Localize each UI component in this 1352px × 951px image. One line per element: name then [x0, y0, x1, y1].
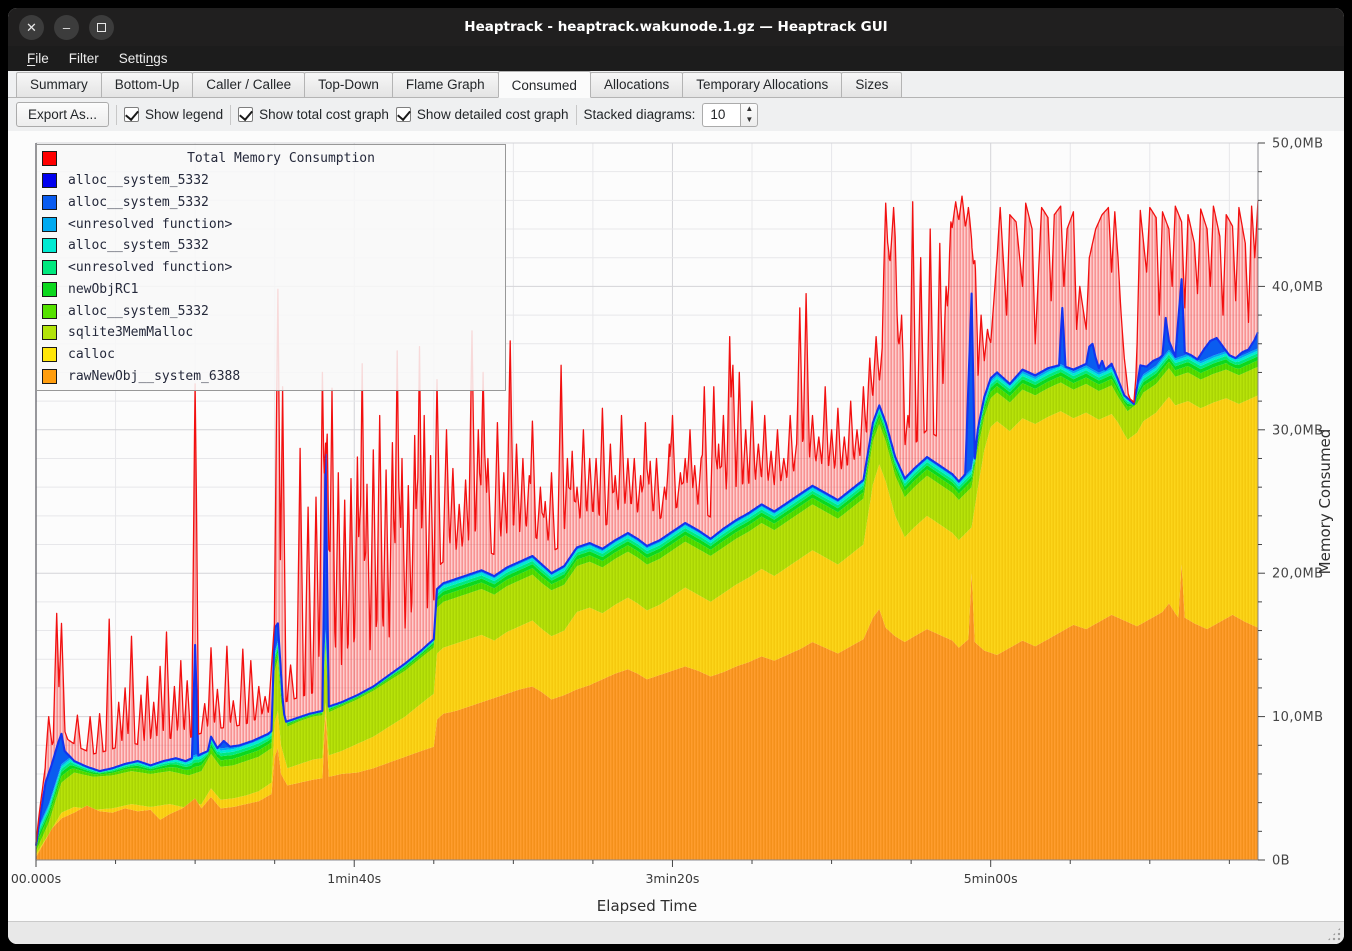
toolbar-separator — [230, 105, 231, 125]
legend-label: alloc__system_5332 — [68, 173, 209, 188]
tab-sizes[interactable]: Sizes — [841, 72, 902, 97]
legend-item: newObjRC1 — [37, 279, 505, 299]
toolbar-separator — [576, 105, 577, 125]
window-title: Heaptrack - heaptrack.wakunode.1.gz — He… — [8, 19, 1344, 35]
tab-bar: Summary Bottom-Up Caller / Callee Top-Do… — [8, 71, 1344, 98]
legend-swatch — [42, 151, 57, 166]
tab-top-down[interactable]: Top-Down — [304, 72, 393, 97]
legend-swatch — [42, 260, 57, 275]
legend-swatch — [42, 347, 57, 362]
chart-legend: Total Memory Consumption alloc__system_53… — [36, 144, 506, 391]
legend-label: <unresolved function> — [68, 260, 232, 275]
toolbar: Export As... Show legend Show total cost… — [8, 98, 1344, 131]
tab-consumed[interactable]: Consumed — [498, 71, 591, 98]
maximize-icon[interactable] — [89, 15, 114, 40]
legend-swatch — [42, 325, 57, 340]
legend-item: alloc__system_5332 — [37, 171, 505, 191]
toolbar-separator — [116, 105, 117, 125]
chart-region: 00.000s1min40s3min20s5min00s0B10,0MB20,0… — [8, 131, 1344, 921]
tab-summary[interactable]: Summary — [16, 72, 102, 97]
legend-label: <unresolved function> — [68, 217, 232, 232]
x-tick-label: 5min00s — [964, 871, 1018, 886]
x-tick-label: 1min40s — [327, 871, 381, 886]
x-tick-label: 00.000s — [11, 871, 61, 886]
y-tick-label: 40,0MB — [1272, 280, 1323, 295]
legend-label: rawNewObj__system_6388 — [68, 369, 240, 384]
legend-item: calloc — [37, 345, 505, 365]
legend-label: newObjRC1 — [68, 282, 138, 297]
legend-item: <unresolved function> — [37, 214, 505, 234]
checkbox-icon — [238, 107, 253, 122]
legend-label: calloc — [68, 347, 115, 362]
legend-swatch — [42, 173, 57, 188]
minimize-icon[interactable]: – — [54, 15, 79, 40]
show-total-cost-checkbox[interactable]: Show total cost graph — [238, 107, 389, 122]
legend-item: rawNewObj__system_6388 — [37, 366, 505, 386]
legend-swatch — [42, 195, 57, 210]
legend-label: Total Memory Consumption — [57, 151, 505, 166]
x-tick-label: 3min20s — [645, 871, 699, 886]
legend-swatch — [42, 282, 57, 297]
export-as-button[interactable]: Export As... — [16, 102, 109, 127]
menu-bar: File Filter Settings — [8, 46, 1344, 71]
checkbox-icon — [124, 107, 139, 122]
x-axis-title: Elapsed Time — [597, 897, 697, 915]
legend-swatch — [42, 304, 57, 319]
legend-item: alloc__system_5332 — [37, 301, 505, 321]
spinner-down-icon[interactable]: ▼ — [741, 115, 757, 126]
show-legend-checkbox[interactable]: Show legend — [124, 107, 223, 122]
legend-item: Total Memory Consumption — [37, 149, 505, 169]
y-tick-label: 0B — [1272, 854, 1290, 869]
stacked-diagrams-label: Stacked diagrams: — [584, 107, 696, 122]
legend-swatch — [42, 217, 57, 232]
legend-swatch — [42, 369, 57, 384]
tab-allocations[interactable]: Allocations — [590, 72, 683, 97]
resize-grip-icon[interactable] — [1327, 927, 1341, 941]
tab-flame-graph[interactable]: Flame Graph — [392, 72, 499, 97]
legend-label: alloc__system_5332 — [68, 195, 209, 210]
tab-temporary-allocations[interactable]: Temporary Allocations — [682, 72, 842, 97]
legend-item: sqlite3MemMalloc — [37, 323, 505, 343]
checkbox-icon — [396, 107, 411, 122]
tab-caller-callee[interactable]: Caller / Callee — [192, 72, 305, 97]
y-tick-label: 10,0MB — [1272, 710, 1323, 725]
legend-item: alloc__system_5332 — [37, 192, 505, 212]
legend-item: <unresolved function> — [37, 258, 505, 278]
app-window: ✕ – Heaptrack - heaptrack.wakunode.1.gz … — [8, 8, 1344, 944]
stacked-diagrams-stepper: 10 ▲ ▼ — [702, 103, 758, 127]
spinner-up-icon[interactable]: ▲ — [741, 104, 757, 115]
legend-label: sqlite3MemMalloc — [68, 325, 193, 340]
legend-label: alloc__system_5332 — [68, 304, 209, 319]
y-tick-label: 50,0MB — [1272, 137, 1323, 152]
show-detailed-cost-checkbox[interactable]: Show detailed cost graph — [396, 107, 569, 122]
tab-bottom-up[interactable]: Bottom-Up — [101, 72, 194, 97]
menu-settings[interactable]: Settings — [110, 49, 177, 68]
menu-filter[interactable]: Filter — [60, 49, 108, 68]
close-icon[interactable]: ✕ — [19, 15, 44, 40]
legend-label: alloc__system_5332 — [68, 238, 209, 253]
title-bar[interactable]: ✕ – Heaptrack - heaptrack.wakunode.1.gz … — [8, 8, 1344, 46]
y-axis-title: Memory Consumed — [1316, 429, 1334, 575]
legend-swatch — [42, 238, 57, 253]
status-bar — [8, 921, 1344, 944]
legend-item: alloc__system_5332 — [37, 236, 505, 256]
stacked-diagrams-value[interactable]: 10 — [702, 103, 740, 127]
menu-file[interactable]: File — [18, 49, 58, 68]
